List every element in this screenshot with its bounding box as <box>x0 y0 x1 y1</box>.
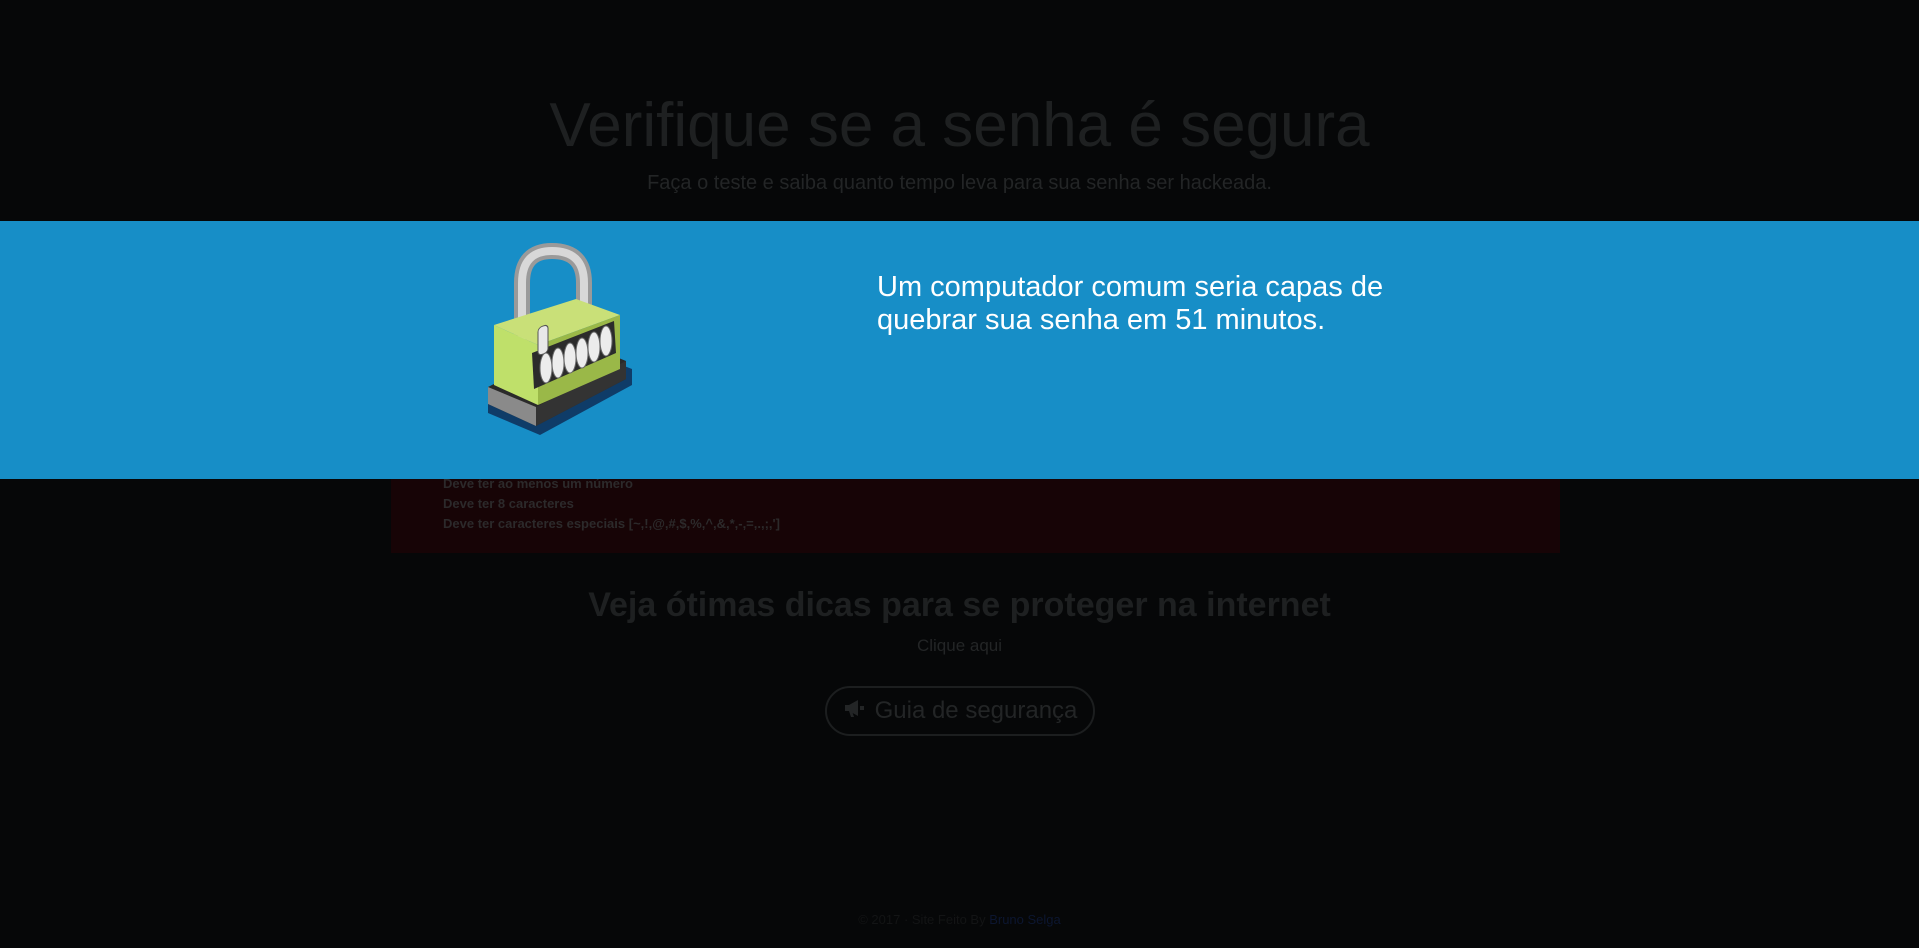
footer-text: © 2017 · Site Feito By <box>858 912 986 927</box>
page-title: Verifique se a senha é segura <box>549 91 1370 160</box>
security-guide-label: Guia de segurança <box>874 697 1078 724</box>
crack-time-message: Um computador comum seria capas de quebr… <box>877 271 1384 336</box>
security-guide-button[interactable]: Guia de segurança <box>825 686 1095 736</box>
requirement-item: Deve ter 8 caracteres <box>443 496 574 511</box>
tips-heading: Veja ótimas dicas para se proteger na in… <box>588 586 1331 624</box>
footer-author-link[interactable]: Bruno Selga <box>989 912 1061 927</box>
click-here-link[interactable]: Clique aqui <box>0 636 1919 656</box>
page: Verifique se a senha é segura Faça o tes… <box>0 0 1919 948</box>
page-subtitle: Faça o teste e saiba quanto tempo leva p… <box>647 172 1272 194</box>
footer: © 2017 · Site Feito By Bruno Selga <box>0 912 1919 927</box>
padlock-icon <box>488 242 632 435</box>
requirement-item: Deve ter caracteres especiais [~,!,@,#,$… <box>443 516 780 531</box>
result-modal: Um computador comum seria capas de quebr… <box>0 221 1919 479</box>
megaphone-icon <box>843 697 867 725</box>
